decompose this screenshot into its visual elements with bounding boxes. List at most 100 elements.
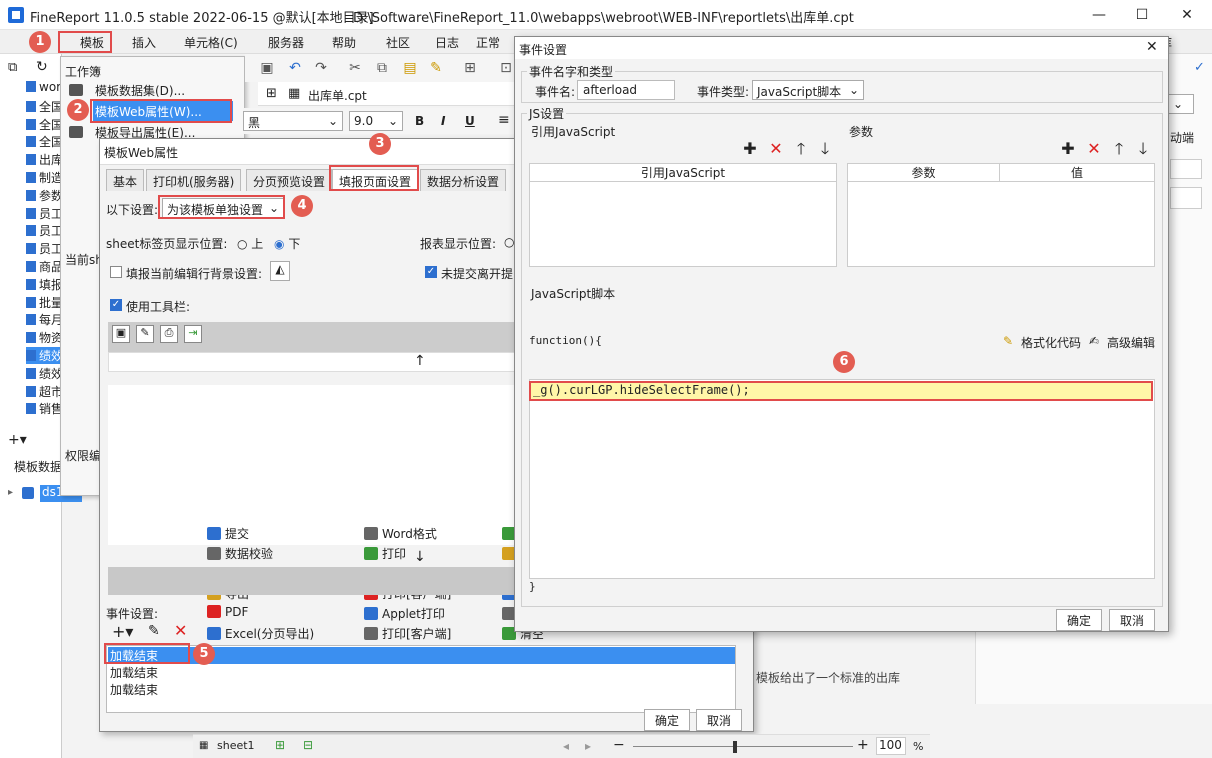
delete-param-icon[interactable]: ✕: [1086, 141, 1102, 157]
panel-field[interactable]: [1170, 159, 1202, 179]
minimize-button[interactable]: —: [1089, 5, 1109, 25]
event-ok-button[interactable]: 确定: [1056, 609, 1102, 631]
tree-item[interactable]: 超市: [26, 383, 62, 400]
tree-item[interactable]: 员工: [26, 240, 62, 257]
use-toolbar-checkbox[interactable]: ✓: [110, 299, 122, 311]
tab-page-preview[interactable]: 分页预览设置: [246, 169, 333, 191]
script-editor[interactable]: [529, 379, 1155, 579]
toolbar-button-option[interactable]: 数据校验: [207, 545, 273, 565]
scroll-left-icon[interactable]: ◂: [563, 739, 569, 753]
menu-item-datasets[interactable]: 模板数据集(D)...: [95, 82, 185, 99]
paste-icon[interactable]: ▤: [402, 60, 418, 76]
font-size-select[interactable]: 9.0 ⌄: [349, 111, 403, 131]
close-button[interactable]: ✕: [1177, 5, 1197, 25]
tree-item[interactable]: 商品: [26, 258, 62, 275]
zoom-slider-thumb[interactable]: [733, 741, 737, 753]
tree-item[interactable]: 绩效: [26, 365, 62, 382]
align-icon[interactable]: ≡: [498, 112, 510, 128]
tree-item[interactable]: 每月: [26, 311, 62, 328]
italic-icon[interactable]: I: [441, 114, 445, 128]
maximize-button[interactable]: ☐: [1132, 5, 1152, 25]
toolbar-button-option[interactable]: Excel(分页导出): [207, 625, 314, 645]
toolbar-button-option[interactable]: 打印: [364, 545, 406, 565]
move-down-icon[interactable]: ↓: [414, 549, 426, 565]
tree-item[interactable]: 全国: [26, 116, 62, 133]
cancel-button[interactable]: 取消: [696, 709, 742, 731]
unsubmitted-checkbox[interactable]: ✓: [425, 266, 437, 278]
zoom-slider-track[interactable]: [633, 746, 853, 747]
event-item[interactable]: 加载结束: [108, 681, 735, 698]
menu-server[interactable]: 服务器: [268, 34, 304, 51]
add-ref-icon[interactable]: ✚: [742, 141, 758, 157]
script-code-line[interactable]: _g().curLGP.hideSelectFrame();: [533, 383, 750, 397]
add-sheet-icon-2[interactable]: ⊟: [303, 738, 313, 752]
toolbar-submit-icon[interactable]: ▣: [112, 325, 130, 343]
tree-item[interactable]: 绩效: [26, 347, 62, 364]
format-code-icon[interactable]: ✎: [1003, 334, 1013, 348]
radio-bottom[interactable]: ◉ 下: [274, 235, 300, 252]
add-param-icon[interactable]: ✚: [1060, 141, 1076, 157]
tree-item[interactable]: 填报: [26, 276, 62, 293]
tree-item[interactable]: 出库: [26, 151, 62, 168]
toolbar-print-icon[interactable]: ⎙: [160, 325, 178, 343]
advanced-edit-icon[interactable]: ✍: [1089, 334, 1099, 348]
edit-event-icon[interactable]: ✎: [148, 623, 160, 639]
ok-button[interactable]: 确定: [644, 709, 690, 731]
bg-setting-checkbox[interactable]: [110, 266, 122, 278]
preview-icon[interactable]: ⊡: [498, 60, 514, 76]
move-param-down-icon[interactable]: 🡓: [1135, 141, 1151, 157]
delete-event-icon[interactable]: ✕: [174, 621, 187, 640]
refresh-icon[interactable]: ↻: [36, 59, 48, 75]
add-sheet-icon[interactable]: ⊞: [275, 738, 285, 752]
event-name-input[interactable]: afterload: [577, 80, 675, 100]
menu-community[interactable]: 社区: [386, 34, 410, 51]
tree-item[interactable]: 销售: [26, 400, 62, 417]
panel-field[interactable]: [1170, 187, 1202, 209]
tree-item[interactable]: wor: [26, 80, 62, 97]
scroll-right-icon[interactable]: ▸: [585, 739, 591, 753]
toolbar-button-option[interactable]: Applet打印: [364, 605, 445, 625]
tab-printer[interactable]: 打印机(服务器): [146, 169, 242, 191]
tree-item[interactable]: 全国: [26, 98, 62, 115]
insert-icon[interactable]: ⊞: [462, 60, 478, 76]
document-tab[interactable]: 出库单.cpt: [308, 87, 367, 104]
move-ref-down-icon[interactable]: 🡓: [817, 141, 833, 157]
tree-item[interactable]: 制造: [26, 169, 62, 186]
underline-icon[interactable]: U: [465, 114, 475, 128]
redo-icon[interactable]: ↷: [313, 60, 329, 76]
expand-icon[interactable]: ▸: [8, 487, 13, 498]
tree-item[interactable]: 全国: [26, 133, 62, 150]
tab-basic[interactable]: 基本: [106, 169, 145, 191]
sheet-tab[interactable]: sheet1: [217, 739, 255, 752]
event-item[interactable]: 加载结束: [108, 664, 735, 681]
radio-top[interactable]: ○ 上: [237, 235, 263, 252]
tab-data-analysis[interactable]: 数据分析设置: [420, 169, 507, 191]
save-icon[interactable]: ▣: [259, 60, 275, 76]
add-dataset-icon[interactable]: +▾: [8, 432, 27, 448]
toolbar-button-option[interactable]: 打印[客户端]: [364, 625, 451, 645]
tree-item[interactable]: 物资: [26, 329, 62, 346]
zoom-out-icon[interactable]: −: [613, 737, 625, 753]
move-ref-up-icon[interactable]: 🡑: [793, 141, 809, 157]
menu-normal[interactable]: 正常: [476, 34, 500, 51]
zoom-in-icon[interactable]: +: [857, 737, 869, 753]
toolbar-export-icon[interactable]: ⇥: [184, 325, 202, 343]
menu-log[interactable]: 日志: [435, 34, 459, 51]
event-type-select[interactable]: JavaScript脚本 ⌄: [752, 80, 864, 100]
font-family-select[interactable]: 黑 ⌄: [243, 111, 343, 131]
undo-icon[interactable]: ↶: [287, 60, 303, 76]
format-painter-icon[interactable]: ✎: [428, 60, 444, 76]
panel-select[interactable]: ⌄: [1168, 94, 1194, 114]
copy-icon[interactable]: ⧉: [374, 60, 390, 76]
menu-insert[interactable]: 插入: [132, 34, 156, 51]
menu-help[interactable]: 帮助: [332, 34, 356, 51]
tree-item[interactable]: 员工: [26, 205, 62, 222]
toolbar-button-option[interactable]: Word格式: [364, 525, 437, 545]
tree-item[interactable]: 员工: [26, 222, 62, 239]
event-cancel-button[interactable]: 取消: [1109, 609, 1155, 631]
bold-icon[interactable]: B: [415, 114, 424, 128]
tree-item[interactable]: 批量: [26, 294, 62, 311]
move-param-up-icon[interactable]: 🡑: [1111, 141, 1127, 157]
delete-ref-icon[interactable]: ✕: [768, 141, 784, 157]
cut-icon[interactable]: ✂: [347, 60, 363, 76]
